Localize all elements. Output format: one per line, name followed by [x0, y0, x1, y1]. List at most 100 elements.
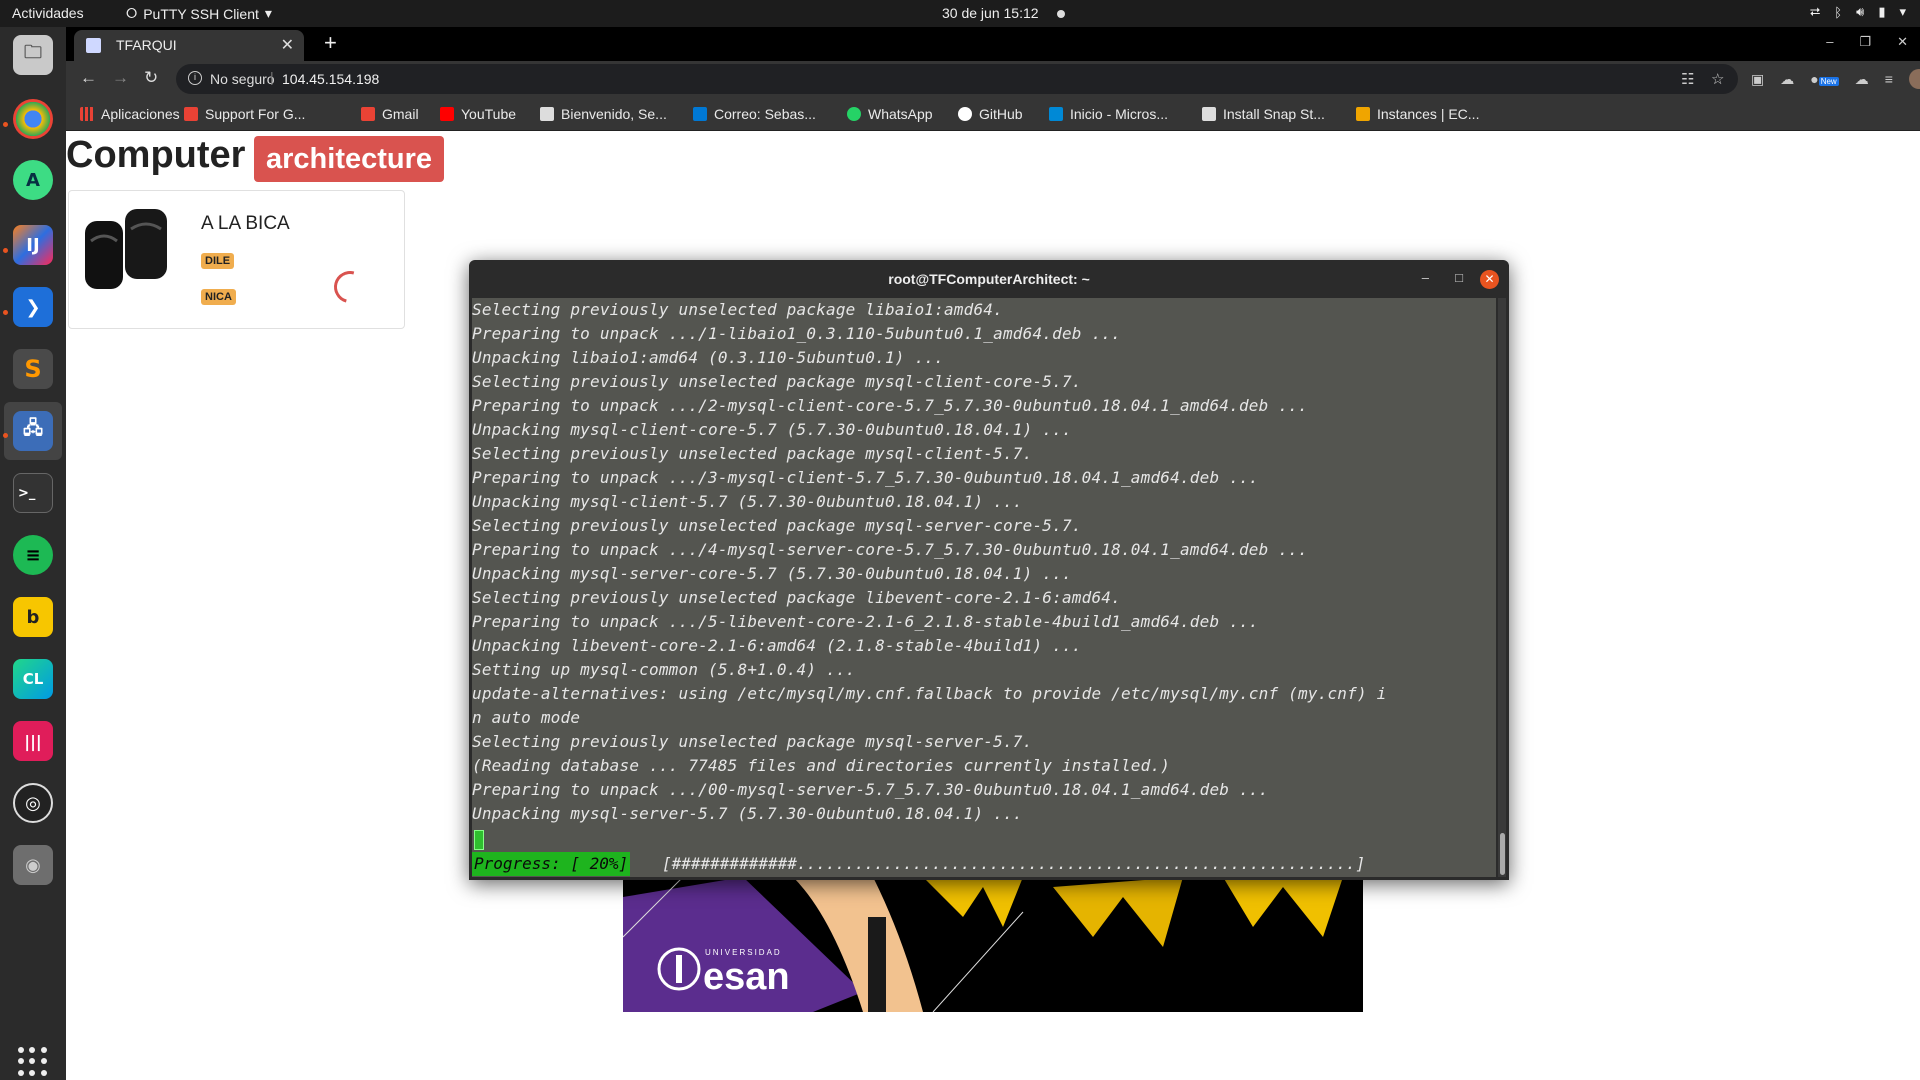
terminal-line: Selecting previously unselected package …: [472, 732, 1033, 751]
product-name: A LA BICA: [201, 213, 290, 234]
shield-icon: [184, 107, 198, 121]
restore-icon[interactable]: ❐: [1859, 34, 1871, 50]
bookmark-aws[interactable]: Instances | EC...: [1356, 106, 1479, 122]
new-badge: New: [1818, 77, 1839, 86]
azure-icon: [1049, 107, 1063, 121]
extension-icon[interactable]: ▣: [1751, 71, 1764, 88]
putty-titlebar[interactable]: root@TFComputerArchitect: ~: [469, 260, 1509, 298]
intellij-icon[interactable]: IJ: [13, 225, 53, 265]
volume-icon[interactable]: 🔊︎: [1856, 4, 1864, 20]
back-icon[interactable]: ←: [80, 68, 97, 88]
forward-icon[interactable]: →: [112, 68, 129, 88]
bookmark-github[interactable]: GitHub: [958, 106, 1023, 122]
disk-icon[interactable]: ◉: [13, 845, 53, 885]
progress-bar-text: [#############..........................…: [662, 854, 1366, 873]
terminal-line: n auto mode: [472, 708, 581, 727]
network-icon[interactable]: ⮂: [1810, 4, 1820, 20]
terminal-line: Preparing to unpack .../2-mysql-client-c…: [472, 396, 1308, 415]
bookmark-star-icon[interactable]: ☆: [1711, 70, 1724, 88]
gnome-top-bar: Actividades ⭘ PuTTY SSH Client ▾ 30 de j…: [0, 0, 1920, 27]
putty-window[interactable]: root@TFComputerArchitect: ~ – □ ✕ Progre…: [469, 260, 1509, 880]
sublime-icon[interactable]: S: [13, 349, 53, 389]
files-icon[interactable]: 🗀︎: [13, 35, 53, 75]
product-card[interactable]: A LA BICA DILE NICA: [68, 190, 405, 329]
reload-icon[interactable]: ↻: [144, 68, 158, 88]
new-tab-icon[interactable]: +: [324, 30, 337, 56]
terminal-cursor: [474, 830, 484, 850]
waveform-app-icon[interactable]: |||: [13, 721, 53, 761]
terminal-line: Preparing to unpack .../5-libevent-core-…: [472, 612, 1259, 631]
security-label[interactable]: No seguro: [210, 71, 275, 87]
vscode-icon[interactable]: ❯: [13, 287, 53, 327]
terminal-line: (Reading database ... 77485 files and di…: [472, 756, 1171, 775]
bookmark-bienvenido[interactable]: Bienvenido, Se...: [540, 106, 667, 122]
banner-artwork: UNIVERSIDAD esan: [623, 877, 1363, 1012]
bb-icon: [540, 107, 554, 121]
dock: 🗀︎ A IJ ❯ S 🖧︎ >_ ≡ b CL ||| ◎ ◉: [0, 27, 66, 1080]
terminal-icon[interactable]: >_: [13, 473, 53, 513]
chevron-down-icon: ▾: [264, 5, 272, 21]
terminal-line: Selecting previously unselected package …: [472, 372, 1082, 391]
terminal-scrollbar[interactable]: [1498, 298, 1506, 877]
whatsapp-icon: [847, 107, 861, 121]
android-studio-icon[interactable]: A: [13, 160, 53, 200]
close-window-icon[interactable]: ✕: [1897, 34, 1908, 50]
browser-window: TFARQUI ✕ + – ❐ ✕ ← → ↻ i No seguro | 10…: [66, 27, 1920, 131]
running-indicator: [3, 310, 8, 315]
bitwarden-icon[interactable]: b: [13, 597, 53, 637]
aws-icon: [1356, 107, 1370, 121]
bookmark-microsoft[interactable]: Inicio - Micros...: [1049, 106, 1168, 122]
terminal-line: Preparing to unpack .../00-mysql-server-…: [472, 780, 1269, 799]
terminal-line: Preparing to unpack .../3-mysql-client-5…: [472, 468, 1259, 487]
obs-icon[interactable]: ◎: [13, 783, 53, 823]
putty-icon[interactable]: 🖧︎: [13, 411, 53, 451]
scrollbar-thumb[interactable]: [1500, 833, 1505, 875]
terminal-line: Setting up mysql-common (5.8+1.0.4) ...: [472, 660, 856, 679]
bookmark-snap[interactable]: Install Snap St...: [1202, 106, 1325, 122]
close-window-icon[interactable]: ✕: [1480, 270, 1499, 289]
chevron-down-icon[interactable]: ▾: [1899, 4, 1906, 20]
apps-grid-icon: [80, 107, 94, 121]
bookmark-gmail[interactable]: Gmail: [361, 106, 419, 122]
bookmark-youtube[interactable]: YouTube: [440, 106, 516, 122]
maximize-icon[interactable]: □: [1455, 270, 1463, 285]
bookmark-aplicaciones[interactable]: Aplicaciones: [80, 106, 180, 122]
terminal-output[interactable]: Progress: [ 20%] [#############.........…: [472, 298, 1496, 877]
new-extension-icon[interactable]: ● New: [1810, 71, 1839, 87]
bookmark-support[interactable]: Support For G...: [184, 106, 305, 122]
address-bar[interactable]: i No seguro | 104.45.154.198 ☷ ☆: [176, 64, 1738, 94]
translate-icon[interactable]: ☷: [1681, 70, 1694, 88]
close-tab-icon[interactable]: ✕: [281, 35, 294, 55]
title-badge: architecture: [254, 136, 445, 182]
clion-icon[interactable]: CL: [13, 659, 53, 699]
browser-tab[interactable]: TFARQUI ✕: [74, 30, 304, 61]
battery-icon[interactable]: ▮: [1878, 4, 1885, 20]
show-applications-icon[interactable]: [18, 1047, 48, 1077]
media-icon[interactable]: ≡: [1885, 71, 1893, 87]
gmail-icon: [361, 107, 375, 121]
tag-nica: NICA: [201, 289, 236, 305]
window-controls: – ❐ ✕: [1826, 34, 1908, 50]
cloud-extension-icon[interactable]: ☁: [1780, 71, 1794, 88]
spotify-icon[interactable]: ≡: [13, 535, 53, 575]
knee-pads-image: [85, 209, 167, 289]
bookmark-whatsapp[interactable]: WhatsApp: [847, 106, 933, 122]
progress-label: Progress: [ 20%]: [472, 852, 631, 876]
terminal-line: update-alternatives: using /etc/mysql/my…: [472, 684, 1387, 703]
system-tray[interactable]: ⮂ ᛒ 🔊︎ ▮ ▾: [1810, 4, 1906, 20]
info-icon[interactable]: i: [188, 71, 202, 85]
profile-avatar[interactable]: [1908, 69, 1920, 89]
url-text[interactable]: 104.45.154.198: [282, 71, 379, 87]
bluetooth-icon[interactable]: ᛒ: [1834, 5, 1842, 20]
activities-button[interactable]: Actividades: [12, 5, 84, 21]
onedrive-icon[interactable]: ☁: [1855, 71, 1869, 88]
bookmark-correo[interactable]: Correo: Sebas...: [693, 106, 816, 122]
chrome-icon[interactable]: [13, 99, 53, 139]
minimize-icon[interactable]: –: [1826, 34, 1833, 50]
terminal-line: Unpacking mysql-server-5.7 (5.7.30-0ubun…: [472, 804, 1023, 823]
terminal-line: Selecting previously unselected package …: [472, 444, 1033, 463]
clock[interactable]: 30 de jun 15:12: [942, 5, 1039, 21]
putty-title: root@TFComputerArchitect: ~: [888, 271, 1090, 287]
app-menu[interactable]: ⭘ PuTTY SSH Client ▾: [126, 5, 272, 22]
minimize-icon[interactable]: –: [1422, 270, 1429, 285]
